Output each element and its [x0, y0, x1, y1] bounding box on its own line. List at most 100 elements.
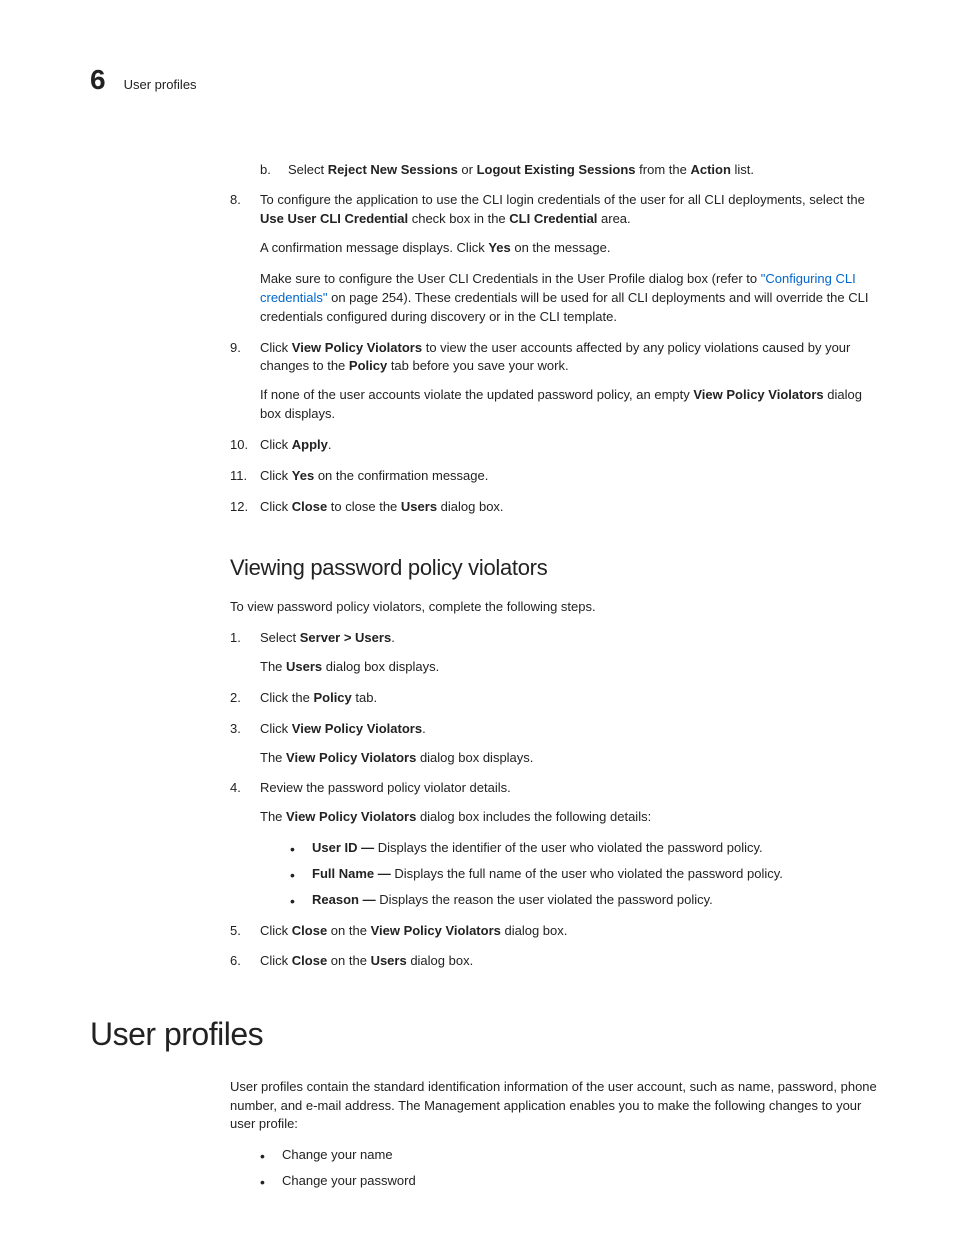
- text: Click: [260, 721, 292, 736]
- text: The: [260, 659, 286, 674]
- text: Select: [260, 630, 300, 645]
- step-number: 3.: [230, 720, 241, 739]
- text: .: [328, 437, 332, 452]
- text: dialog box displays.: [322, 659, 439, 674]
- substep-list: b. Select Reject New Sessions or Logout …: [230, 161, 884, 180]
- list-item: Change your password: [260, 1172, 884, 1191]
- chapter-number: 6: [90, 60, 106, 101]
- bold-text: Server > Users: [300, 630, 391, 645]
- bold-text: Close: [292, 923, 327, 938]
- bullet-list: Change your name Change your password: [230, 1146, 884, 1191]
- page-header: 6 User profiles: [90, 60, 884, 101]
- list-item: Full Name — Displays the full name of th…: [290, 865, 884, 884]
- bold-text: Yes: [292, 468, 314, 483]
- step-number: 1.: [230, 629, 241, 648]
- bold-text: Reject New Sessions: [328, 162, 458, 177]
- substep-letter: b.: [260, 161, 271, 180]
- bold-text: User ID —: [312, 840, 378, 855]
- paragraph: To view password policy violators, compl…: [230, 598, 884, 617]
- text: on the: [327, 923, 370, 938]
- paragraph: User profiles contain the standard ident…: [230, 1078, 884, 1135]
- bold-text: Yes: [488, 240, 510, 255]
- bold-text: Policy: [349, 358, 387, 373]
- main-heading: User profiles: [90, 1011, 884, 1057]
- text: Click: [260, 437, 292, 452]
- step-2: 2. Click the Policy tab.: [230, 689, 884, 708]
- substep-b: b. Select Reject New Sessions or Logout …: [260, 161, 884, 180]
- step-number: 9.: [230, 339, 241, 358]
- bold-text: Action: [690, 162, 730, 177]
- step-list: 1. Select Server > Users. The Users dial…: [230, 629, 884, 971]
- step-4: 4. Review the password policy violator d…: [230, 779, 884, 909]
- text: Click: [260, 923, 292, 938]
- step-number: 4.: [230, 779, 241, 798]
- list-item: Change your name: [260, 1146, 884, 1165]
- text: on the: [327, 953, 370, 968]
- text: Click: [260, 340, 292, 355]
- bold-text: Logout Existing Sessions: [477, 162, 636, 177]
- text: area.: [597, 211, 630, 226]
- text: on the confirmation message.: [314, 468, 488, 483]
- step-list: 8. To configure the application to use t…: [230, 191, 884, 516]
- text: on the message.: [511, 240, 611, 255]
- step-number: 10.: [230, 436, 248, 455]
- bold-text: View Policy Violators: [693, 387, 823, 402]
- text: Displays the identifier of the user who …: [378, 840, 763, 855]
- text: tab.: [352, 690, 377, 705]
- text: dialog box displays.: [416, 750, 533, 765]
- step-number: 2.: [230, 689, 241, 708]
- text: Click: [260, 468, 292, 483]
- paragraph: The View Policy Violators dialog box inc…: [260, 808, 884, 827]
- bold-text: Close: [292, 499, 327, 514]
- step-11: 11. Click Yes on the confirmation messag…: [230, 467, 884, 486]
- bold-text: Close: [292, 953, 327, 968]
- text: or: [458, 162, 477, 177]
- step-number: 12.: [230, 498, 248, 517]
- text: check box in the: [408, 211, 509, 226]
- bullet-list: User ID — Displays the identifier of the…: [260, 839, 884, 910]
- text: list.: [731, 162, 754, 177]
- step-number: 11.: [230, 467, 247, 486]
- step-5: 5. Click Close on the View Policy Violat…: [230, 922, 884, 941]
- paragraph: If none of the user accounts violate the…: [260, 386, 884, 424]
- step-9: 9. Click View Policy Violators to view t…: [230, 339, 884, 424]
- bold-text: View Policy Violators: [292, 721, 422, 736]
- bold-text: Policy: [313, 690, 351, 705]
- text: Displays the reason the user violated th…: [379, 892, 713, 907]
- bold-text: View Policy Violators: [292, 340, 422, 355]
- page-content: b. Select Reject New Sessions or Logout …: [230, 161, 884, 1191]
- text: .: [391, 630, 395, 645]
- text: The: [260, 809, 286, 824]
- section-heading: Viewing password policy violators: [230, 552, 884, 584]
- text: Review the password policy violator deta…: [260, 780, 511, 795]
- text: Make sure to configure the User CLI Cred…: [260, 271, 761, 286]
- step-10: 10. Click Apply.: [230, 436, 884, 455]
- paragraph: Make sure to configure the User CLI Cred…: [260, 270, 884, 327]
- bold-text: View Policy Violators: [371, 923, 501, 938]
- list-item: User ID — Displays the identifier of the…: [290, 839, 884, 858]
- bold-text: Users: [371, 953, 407, 968]
- bold-text: Users: [401, 499, 437, 514]
- bold-text: Full Name —: [312, 866, 394, 881]
- text: Click: [260, 953, 292, 968]
- text: To configure the application to use the …: [260, 192, 865, 207]
- text: dialog box includes the following detail…: [416, 809, 651, 824]
- text: from the: [636, 162, 691, 177]
- bold-text: CLI Credential: [509, 211, 597, 226]
- bold-text: Users: [286, 659, 322, 674]
- text: Click the: [260, 690, 313, 705]
- bold-text: Reason —: [312, 892, 379, 907]
- text: to close the: [327, 499, 401, 514]
- text: Click: [260, 499, 292, 514]
- text: .: [422, 721, 426, 736]
- paragraph: The View Policy Violators dialog box dis…: [260, 749, 884, 768]
- list-item: Reason — Displays the reason the user vi…: [290, 891, 884, 910]
- step-3: 3. Click View Policy Violators. The View…: [230, 720, 884, 768]
- step-number: 5.: [230, 922, 241, 941]
- bold-text: Apply: [292, 437, 328, 452]
- paragraph: The Users dialog box displays.: [260, 658, 884, 677]
- bold-text: View Policy Violators: [286, 809, 416, 824]
- step-number: 6.: [230, 952, 241, 971]
- text: The: [260, 750, 286, 765]
- bold-text: View Policy Violators: [286, 750, 416, 765]
